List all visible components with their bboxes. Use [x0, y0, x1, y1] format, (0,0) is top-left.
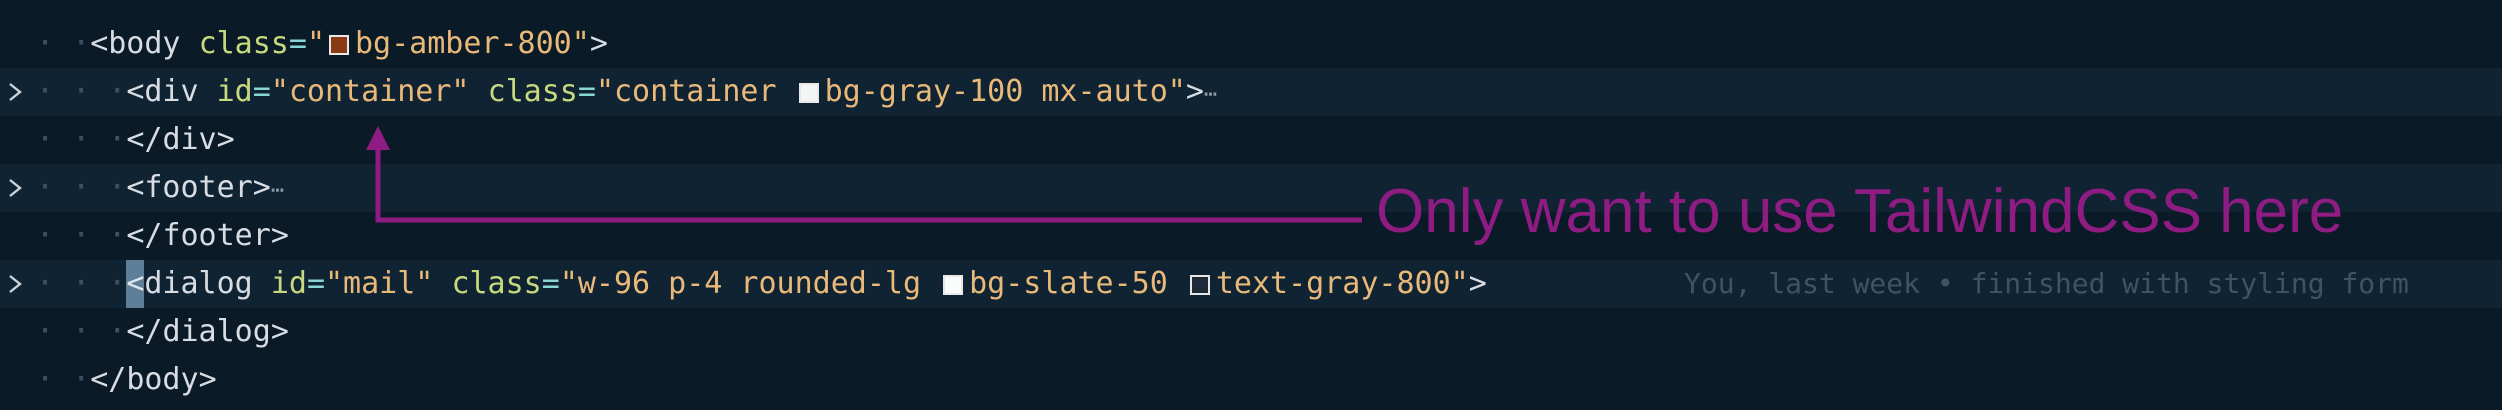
annotation-text: Only want to use TailwindCSS here [1376, 177, 2344, 246]
arrowhead-icon [366, 126, 390, 150]
code-editor[interactable]: · ·<body class=" bg-amber-800"> · · ·<div… [0, 0, 2502, 410]
